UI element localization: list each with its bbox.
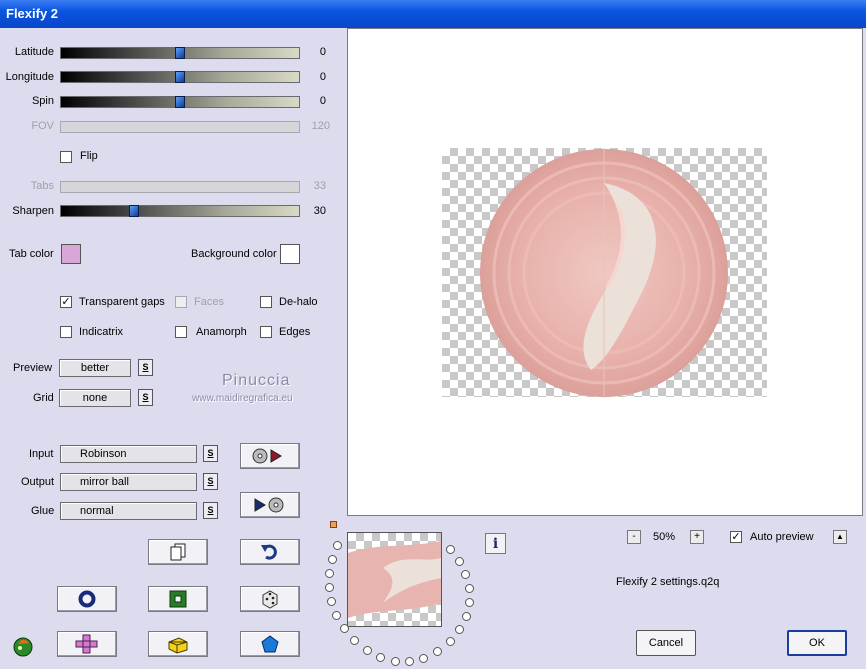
spin-value: 0 bbox=[319, 95, 326, 107]
tab-color-swatch[interactable] bbox=[61, 244, 81, 264]
longitude-label: Longitude bbox=[5, 71, 54, 83]
grid-select[interactable]: none bbox=[59, 389, 131, 407]
copy-button[interactable] bbox=[148, 539, 208, 565]
window-title-bar[interactable]: Flexify 2 bbox=[0, 0, 866, 28]
undo-arrow-icon bbox=[261, 544, 277, 560]
navigator-handle[interactable] bbox=[330, 521, 337, 528]
flexify-logo-icon bbox=[10, 632, 36, 661]
ring-icon bbox=[78, 590, 96, 608]
anamorph-checkbox[interactable] bbox=[175, 326, 187, 338]
grid-s-button[interactable]: S bbox=[138, 389, 153, 406]
zoom-value: 50% bbox=[653, 531, 676, 543]
flip-checkbox[interactable] bbox=[60, 151, 72, 163]
glue-s-button[interactable]: S bbox=[203, 502, 218, 519]
output-label: Output bbox=[21, 476, 55, 488]
spin-label: Spin bbox=[31, 95, 54, 107]
info-icon: i bbox=[492, 535, 499, 552]
blocks-button[interactable] bbox=[148, 631, 208, 657]
latitude-value: 0 bbox=[319, 46, 326, 58]
play-disc-icon bbox=[254, 497, 284, 513]
polyhedron-button[interactable] bbox=[240, 631, 300, 657]
cube-net-icon bbox=[75, 634, 98, 654]
frame-button[interactable] bbox=[148, 586, 208, 612]
edges-checkbox[interactable] bbox=[260, 326, 272, 338]
sharpen-slider-thumb[interactable] bbox=[129, 205, 139, 217]
background-color-swatch[interactable] bbox=[280, 244, 300, 264]
input-label: Input bbox=[29, 448, 54, 460]
window-title: Flexify 2 bbox=[6, 6, 59, 21]
de-halo-checkbox[interactable] bbox=[260, 296, 272, 308]
save-output-button[interactable] bbox=[240, 492, 300, 518]
transparent-gaps-label: Transparent gaps bbox=[79, 296, 165, 308]
zoom-in-button[interactable]: + bbox=[690, 530, 704, 544]
sharpen-label: Sharpen bbox=[12, 205, 54, 217]
ring-button[interactable] bbox=[57, 586, 117, 612]
longitude-slider-thumb[interactable] bbox=[175, 71, 185, 83]
faces-label: Faces bbox=[194, 296, 224, 308]
pentagon-icon bbox=[261, 635, 279, 653]
square-frame-icon bbox=[169, 590, 187, 608]
input-projection-select[interactable]: Robinson bbox=[60, 445, 197, 463]
collapse-arrow-button[interactable]: ▲ bbox=[833, 530, 847, 544]
cancel-button[interactable]: Cancel bbox=[636, 630, 696, 656]
background-color-label: Background color bbox=[191, 248, 277, 260]
watermark-url: www.maidiregrafica.eu bbox=[192, 393, 293, 404]
fov-slider[interactable] bbox=[60, 121, 300, 133]
ok-button[interactable]: OK bbox=[787, 630, 847, 656]
settings-file-name: Flexify 2 settings.q2q bbox=[616, 576, 720, 588]
spin-slider[interactable] bbox=[60, 96, 300, 108]
load-input-button[interactable] bbox=[240, 443, 300, 469]
indicatrix-checkbox[interactable] bbox=[60, 326, 72, 338]
fov-label: FOV bbox=[31, 120, 54, 132]
output-s-button[interactable]: S bbox=[203, 473, 218, 490]
edges-label: Edges bbox=[279, 326, 311, 338]
longitude-slider[interactable] bbox=[60, 71, 300, 83]
auto-preview-label: Auto preview bbox=[750, 531, 814, 543]
main-preview-panel[interactable] bbox=[347, 28, 863, 516]
preview-mode-label: Preview bbox=[13, 362, 53, 374]
sharpen-value: 30 bbox=[313, 205, 326, 217]
random-button[interactable] bbox=[240, 586, 300, 612]
anamorph-label: Anamorph bbox=[196, 326, 247, 338]
de-halo-label: De-halo bbox=[279, 296, 318, 308]
yellow-block-icon bbox=[168, 637, 188, 654]
undo-button[interactable] bbox=[240, 539, 300, 565]
disc-play-icon bbox=[252, 448, 282, 464]
indicatrix-label: Indicatrix bbox=[79, 326, 124, 338]
latitude-label: Latitude bbox=[14, 46, 54, 58]
auto-preview-checkbox[interactable]: ✓ bbox=[730, 531, 742, 543]
dice-icon bbox=[262, 590, 278, 609]
fov-value: 120 bbox=[311, 120, 330, 132]
watermark-name: Pinuccia bbox=[222, 372, 291, 389]
sharpen-slider[interactable] bbox=[60, 205, 300, 217]
zoom-out-button[interactable]: - bbox=[627, 530, 641, 544]
pages-icon bbox=[170, 543, 186, 561]
info-button[interactable]: i bbox=[485, 533, 506, 554]
flip-label: Flip bbox=[80, 150, 98, 162]
spin-slider-thumb[interactable] bbox=[175, 96, 185, 108]
navigator-preview[interactable] bbox=[347, 532, 442, 627]
cube-net-button[interactable] bbox=[57, 631, 117, 657]
latitude-slider[interactable] bbox=[60, 47, 300, 59]
grid-label: Grid bbox=[33, 392, 54, 404]
mirror-ball-preview-image bbox=[480, 148, 728, 398]
glue-select[interactable]: normal bbox=[60, 502, 197, 520]
glue-label: Glue bbox=[31, 505, 55, 517]
latitude-slider-thumb[interactable] bbox=[175, 47, 185, 59]
tabs-label: Tabs bbox=[30, 180, 54, 192]
tabs-slider[interactable] bbox=[60, 181, 300, 193]
preview-mode-select[interactable]: better bbox=[59, 359, 131, 377]
preview-mode-s-button[interactable]: S bbox=[138, 359, 153, 376]
tab-color-label: Tab color bbox=[9, 248, 54, 260]
tabs-value: 33 bbox=[313, 180, 326, 192]
transparent-gaps-checkbox[interactable]: ✓ bbox=[60, 296, 72, 308]
output-projection-select[interactable]: mirror ball bbox=[60, 473, 197, 491]
faces-checkbox[interactable] bbox=[175, 296, 187, 308]
longitude-value: 0 bbox=[319, 71, 326, 83]
input-s-button[interactable]: S bbox=[203, 445, 218, 462]
